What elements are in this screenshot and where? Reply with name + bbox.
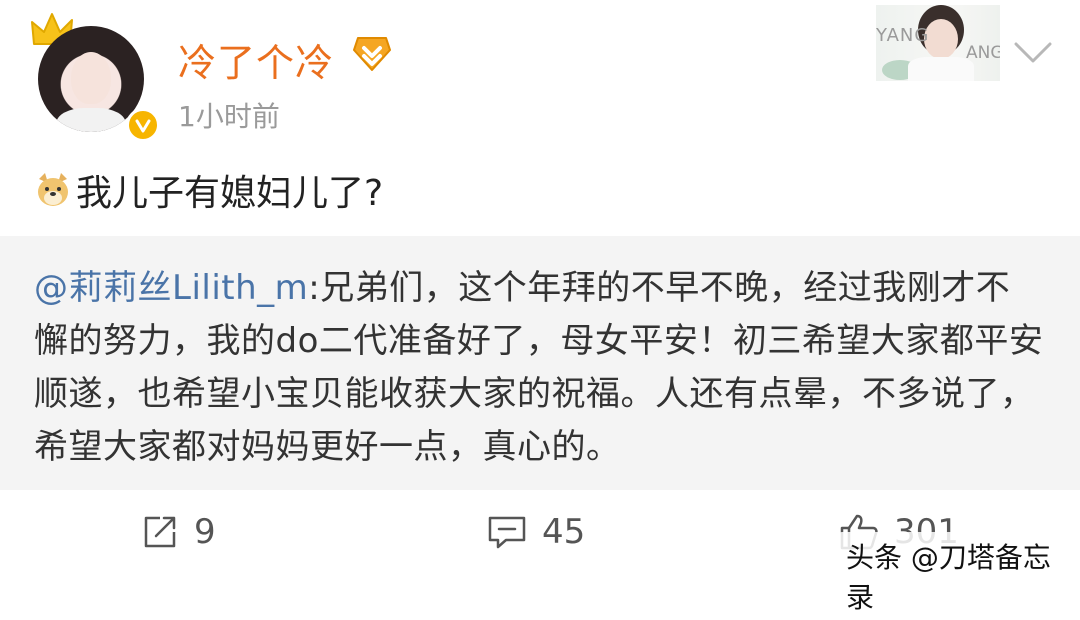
repost-icon xyxy=(144,516,176,548)
mention-link[interactable]: @莉莉丝Lilith_m xyxy=(34,268,308,308)
rank-badge-icon[interactable] xyxy=(352,34,392,72)
comment-count: 45 xyxy=(542,512,586,552)
card-label-right: ANG xyxy=(966,43,1000,63)
card-thumbnail[interactable]: YANG ANG xyxy=(876,5,1000,81)
post-content: 我儿子有媳妇儿了? xyxy=(34,164,383,216)
repost-block[interactable]: @莉莉丝Lilith_m:兄弟们，这个年拜的不早不晚，经过我刚才不懈的努力，我的… xyxy=(0,236,1080,490)
card-label-left: YANG xyxy=(876,25,930,46)
verified-icon xyxy=(126,108,160,142)
comment-icon xyxy=(488,516,526,549)
post-timestamp: 1小时前 xyxy=(178,100,280,133)
doge-emoji-icon xyxy=(38,173,68,206)
avatar-group[interactable] xyxy=(30,10,160,142)
repost-text: @莉莉丝Lilith_m:兄弟们，这个年拜的不早不晚，经过我刚才不懈的努力，我的… xyxy=(34,262,1044,474)
username[interactable]: 冷了个冷 xyxy=(178,32,334,87)
comment-button[interactable]: 45 xyxy=(486,512,585,552)
repost-count: 9 xyxy=(194,512,216,552)
chevron-down-icon[interactable] xyxy=(1013,40,1053,66)
watermark: 头条 @刀塔备忘录 xyxy=(838,532,1080,620)
post-text: 我儿子有媳妇儿了? xyxy=(76,173,384,214)
repost-button[interactable]: 9 xyxy=(140,512,216,552)
